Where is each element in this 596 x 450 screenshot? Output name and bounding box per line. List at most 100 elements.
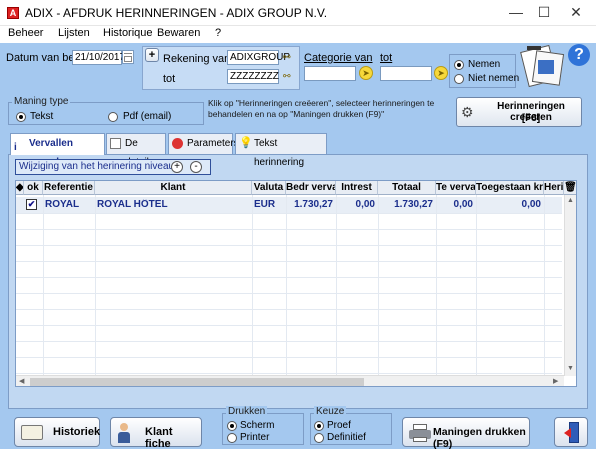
window-title: ADIX - AFDRUK HERINNERINGEN - ADIX GROUP… bbox=[25, 6, 328, 20]
tekst-radio[interactable] bbox=[16, 112, 26, 122]
klant-fiche-label: Klant fiche bbox=[145, 426, 173, 450]
print-reminders-label: Maningen drukken (F9) bbox=[433, 426, 526, 450]
reminders-grid: ◆ ok Referentie Klant Valuta Bedr verva … bbox=[15, 180, 577, 387]
lookup-icon[interactable]: ⚯ bbox=[283, 52, 295, 62]
cell-referentie: ROYAL bbox=[45, 199, 80, 210]
documents-icon[interactable] bbox=[520, 44, 565, 88]
grid-line bbox=[16, 245, 562, 246]
column-header-herinnering[interactable]: Herir bbox=[544, 181, 564, 195]
instruction-text: Klik op "Herinneringen creëeren", select… bbox=[208, 98, 435, 119]
definitief-radio[interactable] bbox=[314, 433, 324, 443]
column-header-klant[interactable]: Klant bbox=[95, 181, 252, 195]
cell-totaal: 1.730,27 bbox=[394, 199, 433, 210]
categorie-van-label: Categorie van bbox=[304, 52, 373, 64]
lookup-icon[interactable]: ⚯ bbox=[283, 71, 295, 81]
tab-vervallen-rappel[interactable]: i Vervallen rappel bbox=[10, 133, 105, 168]
grid-line bbox=[336, 195, 337, 386]
maning-type-title: Maning type bbox=[12, 96, 71, 107]
rekening-tot-label: tot bbox=[163, 73, 176, 85]
horizontal-scrollbar[interactable]: ◀ ▶ bbox=[16, 375, 564, 386]
proef-label: Proef bbox=[327, 420, 351, 431]
scroll-up-icon[interactable]: ▲ bbox=[567, 197, 574, 204]
historiek-button[interactable]: Historiek bbox=[14, 417, 100, 447]
printer-radio[interactable] bbox=[227, 433, 237, 443]
cell-toegestaan: 0,00 bbox=[521, 199, 541, 210]
tab-tekst-herinnering[interactable]: 💡 Tekst herinnering bbox=[235, 133, 327, 168]
trash-icon[interactable]: 🗑 bbox=[564, 181, 576, 195]
level-up-button[interactable]: + bbox=[171, 161, 183, 173]
rekening-van-input[interactable]: ADIXGROUP bbox=[227, 50, 290, 65]
nemen-label: Nemen bbox=[468, 59, 501, 70]
tab-label: Tekst herinnering bbox=[254, 138, 305, 168]
printer-icon bbox=[409, 424, 431, 442]
column-header-te-verval[interactable]: Te verval bbox=[436, 181, 476, 195]
ok-checkbox[interactable]: ✔ bbox=[26, 199, 37, 210]
pdf-radio[interactable] bbox=[108, 112, 118, 122]
scrollbar-thumb[interactable] bbox=[30, 378, 364, 386]
categorie-tot-input[interactable] bbox=[380, 66, 432, 81]
cell-intrest: 0,00 bbox=[355, 199, 375, 210]
column-header-referentie[interactable]: Referentie bbox=[43, 181, 95, 195]
help-icon[interactable]: ? bbox=[568, 44, 590, 66]
proef-radio[interactable] bbox=[314, 421, 324, 431]
scroll-right-icon[interactable]: ▶ bbox=[553, 377, 558, 385]
grid-line bbox=[544, 195, 545, 386]
grid-line bbox=[16, 309, 562, 310]
tab-de-details[interactable]: De details bbox=[106, 133, 166, 168]
vertical-scrollbar[interactable]: ▲ ▼ bbox=[564, 195, 576, 376]
calendar-icon[interactable] bbox=[122, 50, 134, 64]
categorie-van-input[interactable] bbox=[304, 66, 356, 81]
column-header-intrest[interactable]: Intrest bbox=[336, 181, 378, 195]
info-icon: i bbox=[14, 142, 17, 153]
row-selector-header: ◆ bbox=[16, 181, 24, 195]
nemen-radio[interactable] bbox=[454, 60, 464, 70]
close-button[interactable]: ✕ bbox=[556, 0, 596, 26]
categorie-tot-lookup-icon[interactable]: ➤ bbox=[434, 66, 448, 80]
grid-line bbox=[16, 373, 562, 374]
scherm-label: Scherm bbox=[240, 420, 275, 431]
grid-line bbox=[378, 195, 379, 386]
create-reminders-button[interactable]: ⚙ Herinneringen creëeren [F8] bbox=[456, 97, 582, 127]
column-header-totaal[interactable]: Totaal bbox=[378, 181, 436, 195]
tab-parameters[interactable]: Parameters bbox=[168, 133, 239, 154]
grid-line bbox=[16, 213, 562, 214]
scroll-down-icon[interactable]: ▼ bbox=[567, 365, 574, 372]
menu-bewaren[interactable]: Bewaren bbox=[157, 27, 200, 39]
datum-input[interactable]: 21/10/2017 bbox=[72, 50, 125, 65]
grid-line bbox=[95, 195, 96, 386]
column-header-valuta[interactable]: Valuta bbox=[252, 181, 286, 195]
grid-line bbox=[436, 195, 437, 386]
exit-door-icon bbox=[564, 422, 579, 443]
title-bar: A ADIX - AFDRUK HERINNERINGEN - ADIX GRO… bbox=[0, 0, 596, 26]
cell-te-verval: 0,00 bbox=[453, 199, 473, 210]
grid-line bbox=[16, 277, 562, 278]
menu-lijsten[interactable]: Lijsten bbox=[58, 27, 90, 39]
grid-line bbox=[252, 195, 253, 386]
klant-fiche-button[interactable]: Klant fiche bbox=[110, 417, 202, 450]
menu-historique[interactable]: Historique bbox=[103, 27, 153, 39]
scroll-left-icon[interactable]: ◀ bbox=[19, 377, 24, 385]
column-header-bedr-verva[interactable]: Bedr verva bbox=[286, 181, 336, 195]
add-button[interactable]: + bbox=[145, 48, 159, 62]
printer-label: Printer bbox=[240, 432, 270, 443]
exit-button[interactable] bbox=[554, 417, 588, 447]
grid-line bbox=[476, 195, 477, 386]
menu-beheer[interactable]: Beheer bbox=[8, 27, 43, 39]
tab-label: Parameters bbox=[187, 138, 239, 149]
rekening-tot-input[interactable]: ZZZZZZZZ bbox=[227, 69, 279, 84]
niet-nemen-radio[interactable] bbox=[454, 74, 464, 84]
print-reminders-button[interactable]: Maningen drukken (F9) bbox=[402, 417, 530, 450]
tekst-label: Tekst bbox=[30, 111, 54, 122]
categorie-van-lookup-icon[interactable]: ➤ bbox=[359, 66, 373, 80]
historiek-label: Historiek bbox=[53, 426, 101, 438]
column-header-ok[interactable]: ok bbox=[24, 181, 43, 195]
cell-bedr-verva: 1.730,27 bbox=[294, 199, 333, 210]
level-down-button[interactable]: - bbox=[190, 161, 202, 173]
scherm-radio[interactable] bbox=[227, 421, 237, 431]
menu-help[interactable]: ? bbox=[215, 27, 221, 39]
level-change-bar: Wijziging van het herinering niveau + - bbox=[15, 159, 211, 175]
cell-klant: ROYAL HÔTEL bbox=[97, 199, 168, 210]
book-icon bbox=[21, 425, 43, 440]
column-header-toegestaan-krediet[interactable]: Toegestaan kre bbox=[476, 181, 544, 195]
grid-icon bbox=[110, 138, 121, 149]
